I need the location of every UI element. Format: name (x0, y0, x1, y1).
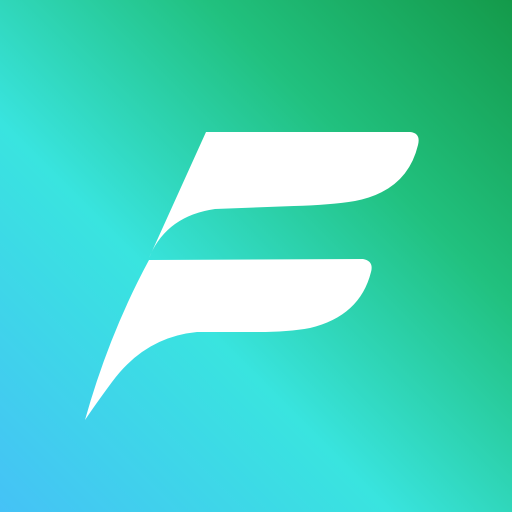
gradient-background (0, 0, 512, 512)
app-icon-tile (0, 0, 512, 512)
app-icon-artwork (0, 0, 512, 512)
